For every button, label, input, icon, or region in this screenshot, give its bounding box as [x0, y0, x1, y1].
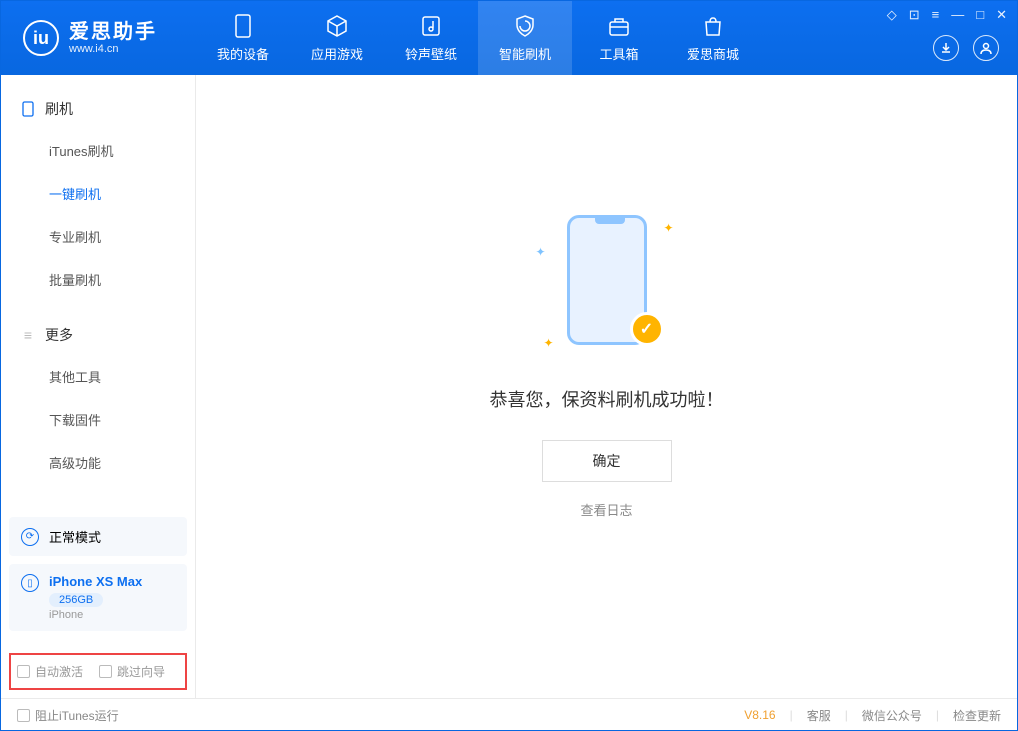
version-label: V8.16	[744, 708, 775, 722]
sidebar-item-oneclick-flash[interactable]: 一键刷机	[1, 172, 195, 215]
footer-right: V8.16 | 客服 | 微信公众号 | 检查更新	[744, 707, 1001, 724]
device-capacity: 256GB	[49, 593, 103, 607]
nav-label: 爱思商城	[687, 44, 739, 63]
bag-icon	[701, 14, 725, 38]
checkbox-skip-guide[interactable]: 跳过向导	[99, 663, 165, 680]
sparkle-icon: ✦	[663, 221, 673, 235]
view-log-link[interactable]: 查看日志	[580, 500, 632, 519]
checkbox-label: 自动激活	[35, 663, 83, 680]
sidebar-header-flash: 刷机	[1, 89, 195, 129]
nav-label: 工具箱	[599, 44, 638, 63]
device-icon: ▯	[21, 574, 39, 592]
checkbox-box	[17, 665, 30, 678]
device-icon	[231, 14, 255, 38]
feedback-icon[interactable]: ⊡	[909, 7, 920, 23]
divider: |	[845, 708, 848, 722]
nav-ringtones[interactable]: 铃声壁纸	[384, 1, 478, 75]
download-icon	[939, 41, 953, 55]
checkbox-block-itunes[interactable]: 阻止iTunes运行	[17, 707, 119, 724]
checkbox-box	[17, 709, 30, 722]
window-controls: ◇ ⊡ ≡ — □ ✕	[887, 7, 1007, 23]
check-badge-icon: ✓	[630, 312, 664, 346]
ok-button[interactable]: 确定	[542, 440, 672, 482]
skin-icon[interactable]: ◇	[887, 7, 897, 23]
sidebar-item-pro-flash[interactable]: 专业刷机	[1, 215, 195, 258]
nav-label: 智能刷机	[499, 44, 551, 63]
nav-label: 应用游戏	[311, 44, 363, 63]
sparkle-icon: ✦	[536, 245, 546, 259]
sidebar-item-other-tools[interactable]: 其他工具	[1, 355, 195, 398]
sidebar-item-download-firmware[interactable]: 下载固件	[1, 398, 195, 441]
list-icon: ≡	[21, 328, 35, 342]
sparkle-icon: ✦	[544, 336, 554, 350]
divider: |	[790, 708, 793, 722]
footer-link-support[interactable]: 客服	[807, 707, 831, 724]
nav-flash[interactable]: 智能刷机	[478, 1, 572, 75]
nav-label: 我的设备	[217, 44, 269, 63]
logo-area: iu 爱思助手 www.i4.cn	[1, 20, 196, 56]
app-body: 刷机 iTunes刷机 一键刷机 专业刷机 批量刷机 ≡ 更多 其他工具 下载固…	[1, 75, 1017, 698]
device-info: iPhone XS Max 256GB iPhone	[49, 574, 142, 621]
nav-my-device[interactable]: 我的设备	[196, 1, 290, 75]
logo-icon: iu	[23, 20, 59, 56]
section-title: 更多	[45, 325, 73, 345]
shield-icon	[513, 14, 537, 38]
logo-text: 爱思助手 www.i4.cn	[69, 21, 157, 55]
device-info-box[interactable]: ▯ iPhone XS Max 256GB iPhone	[9, 564, 187, 631]
checkbox-row: 自动激活 跳过向导	[9, 653, 187, 690]
device-mode-box[interactable]: ⟳ 正常模式	[9, 517, 187, 556]
sidebar-item-itunes-flash[interactable]: iTunes刷机	[1, 129, 195, 172]
success-message: 恭喜您，保资料刷机成功啦！	[490, 386, 724, 412]
device-mode-label: 正常模式	[49, 527, 101, 546]
app-title: 爱思助手	[69, 21, 157, 43]
checkbox-box	[99, 665, 112, 678]
close-button[interactable]: ✕	[996, 7, 1007, 23]
download-button[interactable]	[933, 35, 959, 61]
maximize-button[interactable]: □	[976, 7, 984, 23]
user-icon	[979, 41, 993, 55]
sidebar-item-advanced[interactable]: 高级功能	[1, 441, 195, 484]
sidebar-header-more: ≡ 更多	[1, 315, 195, 355]
music-icon	[419, 14, 443, 38]
main-content: ✦ ✦ ✦ ✓ 恭喜您，保资料刷机成功啦！ 确定 查看日志	[196, 75, 1017, 698]
footer: 阻止iTunes运行 V8.16 | 客服 | 微信公众号 | 检查更新	[1, 698, 1017, 731]
sidebar-section-flash: 刷机 iTunes刷机 一键刷机 专业刷机 批量刷机	[1, 75, 195, 301]
menu-icon[interactable]: ≡	[932, 7, 940, 23]
nav-label: 铃声壁纸	[405, 44, 457, 63]
nav-tabs: 我的设备 应用游戏 铃声壁纸 智能刷机 工具箱 爱思商城	[196, 1, 760, 75]
footer-left: 阻止iTunes运行	[17, 707, 119, 724]
success-graphic: ✦ ✦ ✦ ✓	[542, 215, 672, 360]
nav-toolbox[interactable]: 工具箱	[572, 1, 666, 75]
footer-link-wechat[interactable]: 微信公众号	[862, 707, 922, 724]
footer-link-update[interactable]: 检查更新	[953, 707, 1001, 724]
section-title: 刷机	[45, 99, 73, 119]
sidebar-section-more: ≡ 更多 其他工具 下载固件 高级功能	[1, 301, 195, 484]
app-subtitle: www.i4.cn	[69, 43, 157, 55]
checkbox-label: 阻止iTunes运行	[35, 707, 119, 724]
device-type: iPhone	[49, 609, 142, 621]
minimize-button[interactable]: —	[951, 7, 964, 23]
mode-icon: ⟳	[21, 528, 39, 546]
device-name: iPhone XS Max	[49, 574, 142, 589]
divider: |	[936, 708, 939, 722]
app-header: iu 爱思助手 www.i4.cn 我的设备 应用游戏 铃声壁纸 智能刷机 工具…	[1, 1, 1017, 75]
checkbox-label: 跳过向导	[117, 663, 165, 680]
header-actions	[933, 35, 999, 61]
device-panel: ⟳ 正常模式 ▯ iPhone XS Max 256GB iPhone	[1, 509, 195, 647]
cube-icon	[325, 14, 349, 38]
nav-apps-games[interactable]: 应用游戏	[290, 1, 384, 75]
phone-icon	[21, 102, 35, 116]
checkbox-auto-activate[interactable]: 自动激活	[17, 663, 83, 680]
user-button[interactable]	[973, 35, 999, 61]
sidebar: 刷机 iTunes刷机 一键刷机 专业刷机 批量刷机 ≡ 更多 其他工具 下载固…	[1, 75, 196, 698]
nav-store[interactable]: 爱思商城	[666, 1, 760, 75]
toolbox-icon	[607, 14, 631, 38]
sidebar-item-batch-flash[interactable]: 批量刷机	[1, 258, 195, 301]
phone-notch	[595, 218, 625, 224]
